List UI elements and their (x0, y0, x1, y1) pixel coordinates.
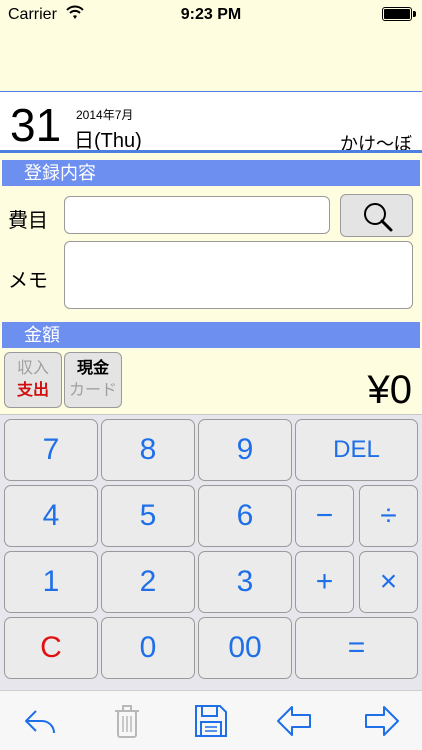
amount-section-header: 金額 (2, 322, 420, 348)
key-plus[interactable]: + (295, 551, 354, 613)
key-3[interactable]: 3 (198, 551, 292, 613)
undo-icon[interactable] (22, 703, 60, 739)
day-number: 31 (10, 99, 62, 151)
key-2[interactable]: 2 (101, 551, 195, 613)
entry-section-header: 登録内容 (2, 160, 420, 186)
key-equals[interactable]: = (295, 617, 418, 679)
key-7[interactable]: 7 (4, 419, 98, 481)
expense-item-label: 費目 (8, 210, 48, 232)
amount-display: ¥0 (367, 368, 413, 412)
weekday-label: 日(Thu) (74, 130, 142, 152)
memo-input[interactable] (64, 241, 413, 309)
trash-icon[interactable] (108, 703, 146, 739)
expense-option: 支出 (16, 382, 49, 399)
battery-icon (382, 7, 416, 21)
bottom-toolbar (0, 690, 422, 750)
status-bar: Carrier 9:23 PM (0, 0, 422, 30)
cash-option: 現金 (76, 360, 109, 377)
key-00[interactable]: 00 (198, 617, 292, 679)
key-delete[interactable]: DEL (295, 419, 418, 481)
key-0[interactable]: 0 (101, 617, 195, 679)
key-clear[interactable]: C (4, 617, 98, 679)
save-icon[interactable] (192, 703, 230, 739)
income-option: 収入 (16, 360, 49, 377)
prev-icon[interactable] (276, 703, 314, 739)
card-option: カード (68, 382, 117, 399)
key-multiply[interactable]: × (359, 551, 418, 613)
expense-item-input[interactable] (64, 196, 330, 234)
keypad: 7 8 9 DEL 4 5 6 − ÷ 1 2 3 + × C 0 00 = (0, 414, 422, 690)
key-1[interactable]: 1 (4, 551, 98, 613)
key-divide[interactable]: ÷ (359, 485, 418, 547)
year-month-label: 2014年7月 (76, 108, 134, 122)
search-button[interactable] (340, 194, 413, 237)
status-time: 9:23 PM (180, 6, 242, 23)
income-expense-toggle[interactable]: 収入 支出 (4, 352, 62, 408)
header-bottom-rule (0, 150, 422, 153)
key-5[interactable]: 5 (101, 485, 195, 547)
memo-label: メモ (8, 270, 48, 292)
key-minus[interactable]: − (295, 485, 354, 547)
key-6[interactable]: 6 (198, 485, 292, 547)
next-icon[interactable] (362, 703, 400, 739)
key-8[interactable]: 8 (101, 419, 195, 481)
key-9[interactable]: 9 (198, 419, 292, 481)
cash-card-toggle[interactable]: 現金 カード (64, 352, 122, 408)
key-4[interactable]: 4 (4, 485, 98, 547)
search-icon (364, 203, 393, 232)
